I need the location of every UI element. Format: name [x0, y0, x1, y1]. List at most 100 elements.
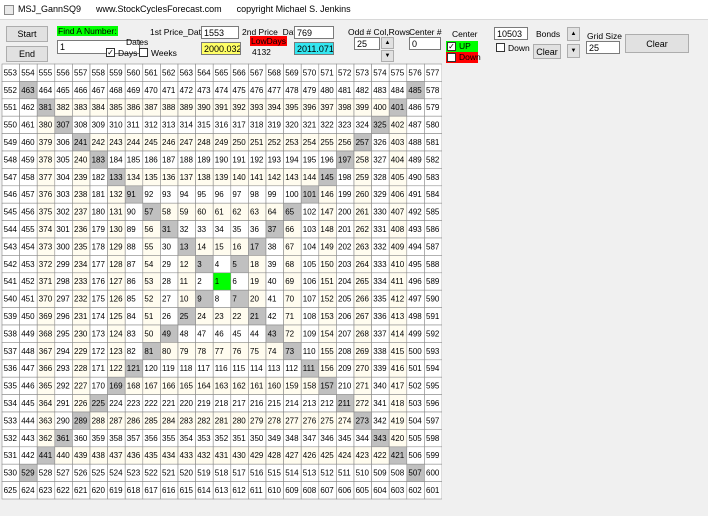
grid-cell-value: 263 [356, 242, 370, 251]
oddcol-up-arrow[interactable]: ▲ [381, 37, 394, 49]
grid-cell-value: 359 [92, 434, 106, 443]
grid-cell-value: 196 [320, 155, 334, 164]
grid-cell-value: 559 [109, 68, 123, 77]
oddcol-down-arrow[interactable]: ▼ [381, 50, 394, 62]
grid-cell-value: 259 [356, 173, 370, 182]
grid-cell-value: 131 [109, 208, 123, 217]
grid-cell-value: 167 [144, 382, 158, 391]
weeks-checkbox[interactable] [139, 48, 148, 57]
gridsize-up-arrow[interactable]: ▲ [567, 27, 580, 41]
grid-cell-value: 454 [21, 242, 35, 251]
grid-cell-value: 502 [408, 382, 422, 391]
down-label: Down [459, 52, 481, 62]
down2-checkbox[interactable] [496, 43, 505, 52]
grid-cell-value: 178 [92, 242, 106, 251]
grid-cell-value: 164 [197, 382, 211, 391]
down-option[interactable]: Down [446, 52, 481, 63]
grid-cell-value: 595 [426, 382, 440, 391]
price2-date-field[interactable]: 2011.0717 [294, 42, 334, 55]
grid-cell-value: 606 [338, 486, 352, 495]
grid-cell-value: 594 [426, 364, 440, 373]
grid-cell-value: 106 [303, 277, 317, 286]
grid-cell-value: 554 [21, 68, 35, 77]
grid-cell-value: 245 [144, 138, 158, 147]
grid-cell-value: 510 [356, 469, 370, 478]
grid-cell-value: 93 [162, 190, 171, 199]
price1-input[interactable]: 1553 [201, 26, 239, 39]
start-button[interactable]: Start [6, 26, 48, 42]
grid-cell-value: 435 [144, 451, 158, 460]
grid-cell-value: 390 [197, 103, 211, 112]
grid-cell-value: 508 [391, 469, 405, 478]
gridsize-input[interactable]: 25 [586, 41, 620, 54]
bonds-input[interactable]: 10503 [494, 27, 528, 40]
grid-cell-value: 181 [92, 190, 106, 199]
grid-cell-value: 607 [320, 486, 334, 495]
grid-cell-value: 587 [426, 242, 440, 251]
grid-cell-value: 455 [21, 225, 35, 234]
grid-cell-value: 86 [127, 277, 136, 286]
grid-cell-value: 624 [21, 486, 35, 495]
grid-cell-value: 120 [144, 364, 158, 373]
grid-cell-value: 115 [232, 364, 245, 373]
grid-cell-value: 102 [303, 208, 317, 217]
grid-cell-value: 60 [197, 208, 206, 217]
grid-cell-value: 223 [127, 399, 141, 408]
end-button[interactable]: End [6, 46, 48, 62]
grid-cell-value: 377 [39, 173, 53, 182]
bonds-label: Bonds [536, 29, 561, 39]
grid-cell-value: 456 [21, 208, 35, 217]
grid-cell-value: 176 [92, 277, 106, 286]
grid-cell-value: 276 [303, 416, 317, 425]
grid-cell-value: 573 [356, 68, 370, 77]
grid-cell-value: 494 [408, 242, 422, 251]
grid-cell-value: 172 [92, 347, 106, 356]
oddcol-input[interactable]: 25 [354, 37, 380, 50]
price2-input[interactable]: 769 [294, 26, 334, 39]
grid-cell-value: 125 [109, 312, 123, 321]
grid-cell-value: 161 [250, 382, 264, 391]
grid-cell-value: 519 [197, 469, 211, 478]
grid-cell-value: 108 [303, 312, 317, 321]
grid-cell-value: 222 [144, 399, 158, 408]
grid-cell-value: 429 [250, 451, 264, 460]
grid-cell-value: 8 [215, 295, 220, 304]
grid-cell-value: 341 [373, 399, 387, 408]
grid-cell-value: 541 [4, 277, 18, 286]
dates-label: Dates [126, 37, 149, 47]
grid-cell-value: 591 [426, 312, 440, 321]
grid-cell-value: 581 [426, 138, 440, 147]
grid-cell-value: 16 [232, 242, 241, 251]
grid-cell-value: 69 [285, 277, 294, 286]
grid-cell-value: 123 [109, 347, 123, 356]
grid-cell-value: 488 [408, 138, 422, 147]
grid-cell-value: 242 [92, 138, 106, 147]
grid-cell-value: 180 [92, 208, 106, 217]
grid-cell-value: 440 [56, 451, 70, 460]
grid-cell-value: 96 [215, 190, 224, 199]
down-checkbox[interactable] [447, 53, 456, 62]
grid-cell-value: 42 [268, 312, 277, 321]
grid-cell-value: 414 [391, 329, 405, 338]
price1-date-field[interactable]: 2000.0324 [201, 42, 241, 55]
days-checkbox[interactable]: ✓ [106, 48, 115, 57]
grid-cell-value: 446 [21, 382, 35, 391]
grid-cell-value: 152 [320, 295, 334, 304]
window-title: MSJ_GannSQ9 www.StockCyclesForecast.com … [18, 4, 351, 14]
grid-cell-value: 568 [268, 68, 282, 77]
grid-cell-value: 50 [144, 329, 153, 338]
clear-button[interactable]: Clear [625, 34, 689, 53]
grid-cell-value: 124 [109, 329, 123, 338]
gridsize-down-arrow[interactable]: ▼ [567, 44, 580, 58]
grid-cell-value: 126 [109, 295, 123, 304]
grid-cell-value: 239 [74, 173, 88, 182]
clear-small-button[interactable]: Clear [533, 44, 561, 59]
grid-cell-value: 11 [180, 277, 189, 286]
center-number-input[interactable]: 0 [409, 37, 441, 50]
grid-cell-value: 345 [338, 434, 352, 443]
grid-cell-value: 66 [285, 225, 294, 234]
grid-cell-value: 439 [74, 451, 88, 460]
up-option[interactable]: ✓ UP [446, 41, 478, 52]
up-checkbox[interactable]: ✓ [447, 42, 456, 51]
grid-cell-value: 301 [56, 225, 70, 234]
